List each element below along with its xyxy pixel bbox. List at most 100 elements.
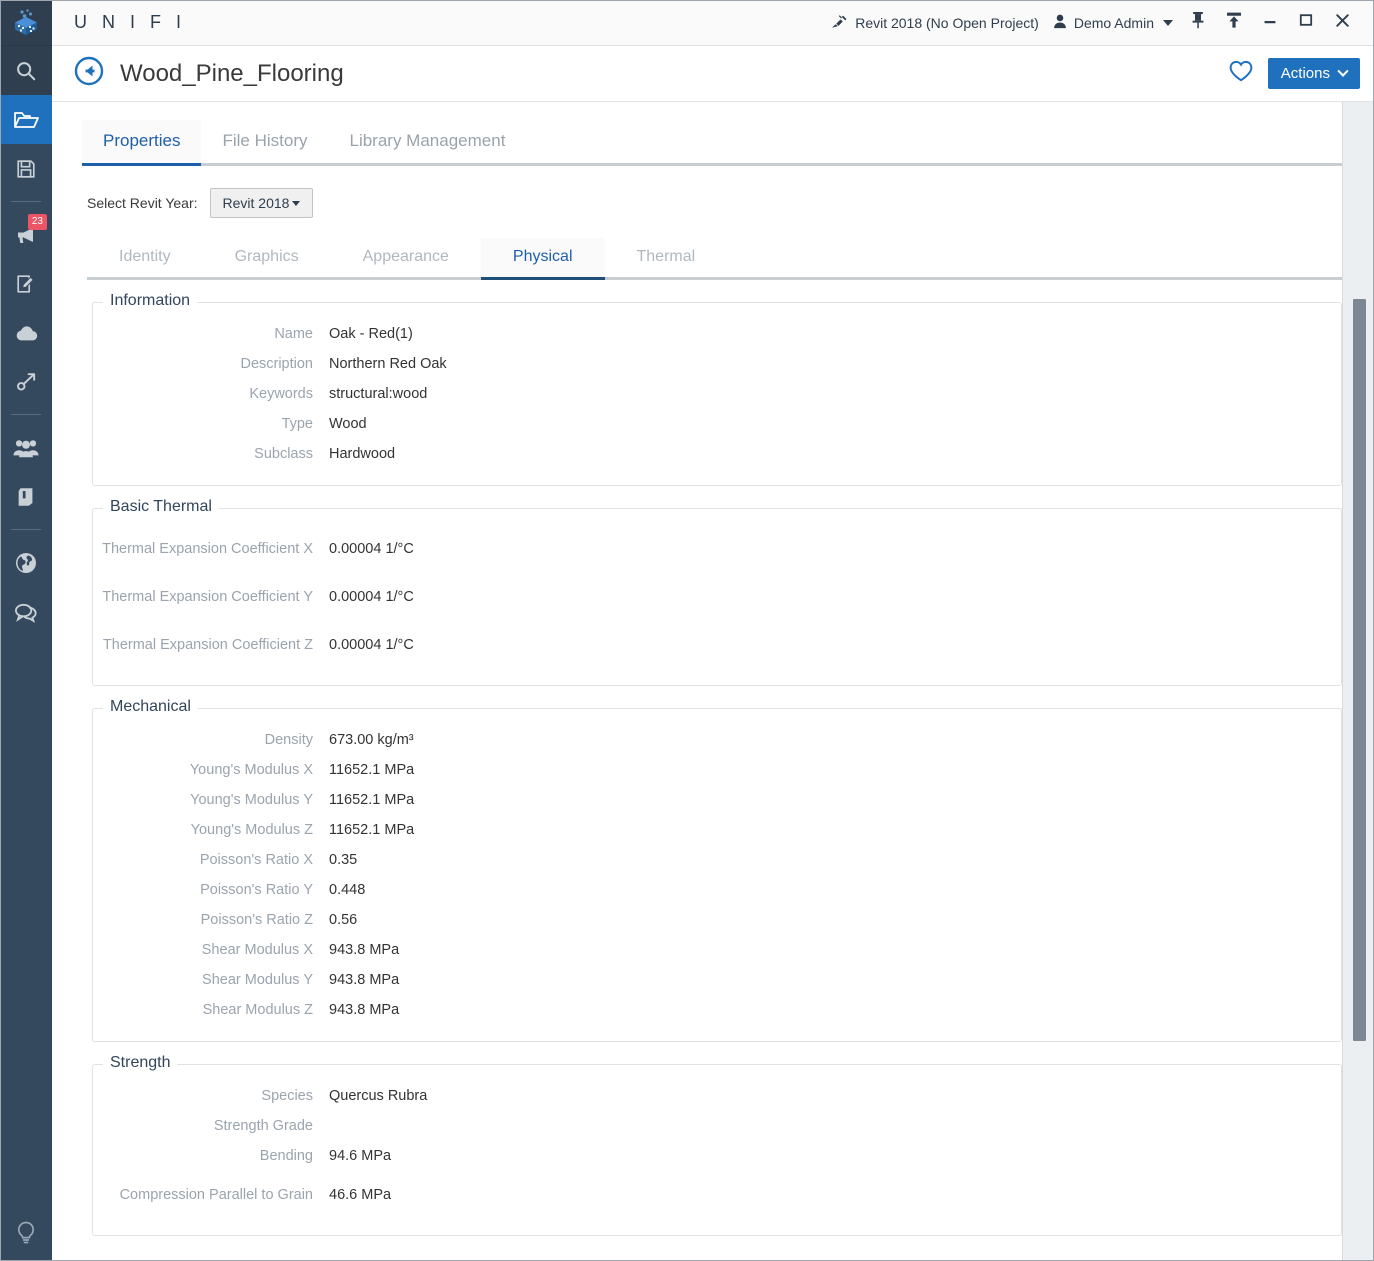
- minimize-button[interactable]: [1252, 8, 1288, 38]
- subtab-appearance-label: Appearance: [362, 248, 449, 265]
- heart-icon: [1228, 59, 1254, 88]
- property-row: Bending 94.6 MPa: [93, 1141, 1341, 1171]
- property-value: 0.00004 1/°C: [329, 637, 414, 653]
- sidebar-item-chat[interactable]: [0, 587, 52, 636]
- back-button[interactable]: [74, 56, 104, 91]
- tab-library-management[interactable]: Library Management: [329, 120, 527, 163]
- close-button[interactable]: [1324, 8, 1360, 38]
- section-information: Information Name Oak - Red(1) Description No…: [92, 292, 1342, 486]
- lightbulb-icon: [14, 1220, 38, 1251]
- plug-icon: [831, 14, 855, 32]
- property-row: Poisson's Ratio Y 0.448: [93, 875, 1341, 905]
- sidebar-item-tips[interactable]: [0, 1220, 52, 1251]
- minimize-icon: [1262, 12, 1278, 33]
- property-sections: Information Name Oak - Red(1) Description No…: [82, 292, 1352, 1236]
- property-label: Poisson's Ratio X: [199, 852, 313, 868]
- property-row: Poisson's Ratio Z 0.56: [93, 905, 1341, 935]
- property-label: Subclass: [254, 446, 313, 462]
- maximize-icon: [1298, 12, 1314, 33]
- property-label: Compression Parallel to Grain: [119, 1187, 313, 1203]
- subtab-graphics-label: Graphics: [234, 248, 299, 265]
- node-link-icon: [15, 370, 38, 393]
- sidebar-item-saved[interactable]: [0, 144, 52, 193]
- unifi-cube-logo[interactable]: [0, 0, 52, 46]
- section-strength: Strength Species Quercus Rubra Strength Gra…: [92, 1054, 1342, 1236]
- property-row: Density 673.00 kg/m³: [93, 725, 1341, 755]
- property-label: Type: [281, 416, 313, 432]
- caret-down-icon: [292, 200, 301, 206]
- caret-down-icon: [1163, 19, 1173, 26]
- actions-button[interactable]: Actions: [1267, 58, 1360, 89]
- revit-status[interactable]: Revit 2018 (No Open Project): [824, 14, 1046, 32]
- tab-properties[interactable]: Properties: [82, 120, 202, 166]
- subtab-appearance[interactable]: Appearance: [331, 238, 481, 277]
- property-row: Shear Modulus X 943.8 MPa: [93, 935, 1341, 965]
- book-icon: [15, 486, 37, 508]
- cloud-upload-icon: [14, 322, 38, 344]
- tab-file-history[interactable]: File History: [201, 120, 328, 163]
- subtab-thermal-label: Thermal: [636, 248, 696, 265]
- user-name-label: Demo Admin: [1073, 14, 1154, 31]
- property-row: Young's Modulus X 11652.1 MPa: [93, 755, 1341, 785]
- sidebar-item-connect[interactable]: [0, 357, 52, 406]
- sidebar-item-upload[interactable]: [0, 308, 52, 357]
- subtab-physical-label: Physical: [512, 248, 573, 265]
- page-header: Wood_Pine_Flooring Actions: [52, 46, 1374, 102]
- property-row: Species Quercus Rubra: [93, 1081, 1341, 1111]
- property-label: Shear Modulus Z: [202, 1002, 313, 1018]
- pin-icon: [1190, 11, 1206, 34]
- property-label: Thermal Expansion Coefficient X: [102, 541, 313, 557]
- subtab-identity[interactable]: Identity: [87, 238, 203, 277]
- tab-library-management-label: Library Management: [349, 131, 506, 150]
- property-label: Keywords: [249, 386, 313, 402]
- material-subtabs: Identity Graphics Appearance Physical Th…: [87, 238, 1352, 280]
- property-value: 11652.1 MPa: [329, 792, 415, 808]
- property-row: Name Oak - Red(1): [93, 319, 1341, 349]
- page-header-actions: Actions: [1228, 58, 1360, 89]
- globe-icon: [14, 551, 38, 575]
- titlebar-right-group: Revit 2018 (No Open Project) Demo Admin: [824, 8, 1360, 38]
- sidebar-item-library[interactable]: [0, 95, 52, 144]
- rail-divider-3: [11, 529, 41, 530]
- maximize-button[interactable]: [1288, 8, 1324, 38]
- search-icon: [15, 60, 37, 82]
- subtab-thermal[interactable]: Thermal: [605, 238, 728, 277]
- revit-year-dropdown[interactable]: Revit 2018: [209, 188, 314, 218]
- application-window: 23 U N I F I Revit 2018 (No Open Project…: [0, 0, 1374, 1261]
- upload-button[interactable]: [1216, 8, 1252, 38]
- property-label: Name: [274, 326, 313, 342]
- sidebar-item-search[interactable]: [0, 46, 52, 95]
- section-mechanical: Mechanical Density 673.00 kg/m³ Young's Mod…: [92, 698, 1342, 1042]
- properties-panel: Properties File History Library Manageme…: [52, 102, 1374, 1261]
- scroll-region: Properties File History Library Manageme…: [52, 102, 1374, 1261]
- notification-badge: 23: [27, 214, 47, 230]
- property-value: Oak - Red(1): [329, 326, 413, 342]
- subtab-physical[interactable]: Physical: [480, 238, 605, 280]
- main-column: U N I F I Revit 2018 (No Open Project) D…: [52, 0, 1374, 1261]
- subtab-graphics[interactable]: Graphics: [203, 238, 331, 277]
- scrollbar-thumb[interactable]: [1353, 299, 1366, 1041]
- property-row: Subclass Hardwood: [93, 439, 1341, 469]
- rail-divider: [11, 201, 41, 202]
- sidebar-item-catalog[interactable]: [0, 472, 52, 521]
- tab-file-history-label: File History: [222, 131, 308, 150]
- sidebar-item-users[interactable]: [0, 423, 52, 472]
- revit-year-value: Revit 2018: [222, 195, 290, 211]
- people-icon: [13, 437, 39, 459]
- property-row: Shear Modulus Y 943.8 MPa: [93, 965, 1341, 995]
- user-menu[interactable]: Demo Admin: [1046, 14, 1180, 32]
- left-nav-rail: 23: [0, 0, 52, 1261]
- favorite-button[interactable]: [1228, 59, 1254, 88]
- revit-status-label: Revit 2018 (No Open Project): [855, 14, 1039, 31]
- property-label: Species: [261, 1088, 313, 1104]
- property-value: 943.8 MPa: [329, 972, 400, 988]
- pin-button[interactable]: [1180, 8, 1216, 38]
- property-value: Quercus Rubra: [329, 1088, 428, 1104]
- vertical-scrollbar[interactable]: [1342, 102, 1374, 1261]
- sidebar-item-globe[interactable]: [0, 538, 52, 587]
- property-label: Poisson's Ratio Y: [200, 882, 313, 898]
- property-row: Thermal Expansion Coefficient Z 0.00004 1…: [93, 621, 1341, 669]
- sidebar-item-announcements[interactable]: 23: [0, 210, 52, 259]
- sidebar-item-edit[interactable]: [0, 259, 52, 308]
- tab-properties-label: Properties: [103, 131, 181, 150]
